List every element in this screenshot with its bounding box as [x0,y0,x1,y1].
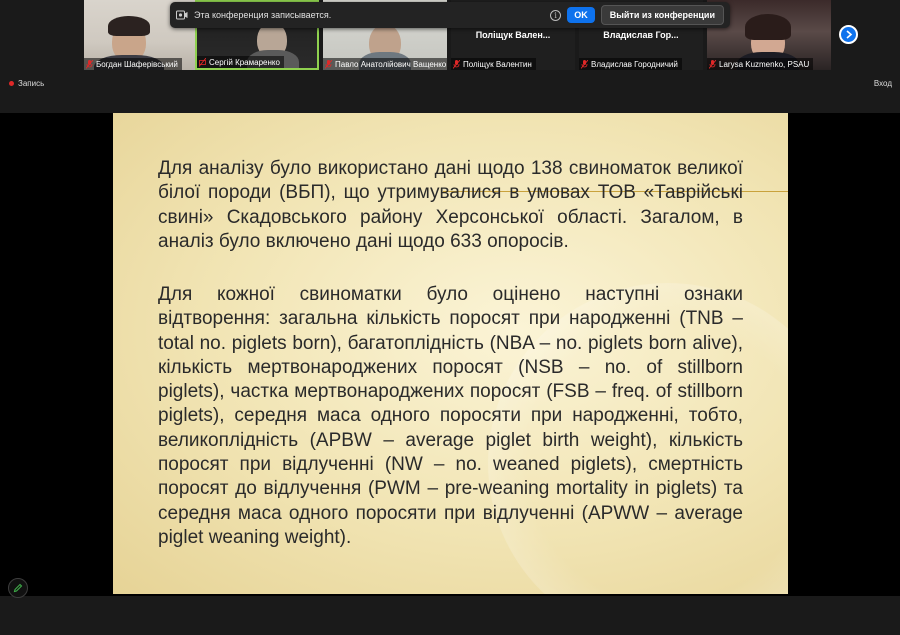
participant-name-row: Павло Анатолійович Ващенко [323,58,447,70]
participant-name-row: Larysa Kuzmenko, PSAU [707,58,814,70]
pencil-icon [13,583,23,593]
info-icon[interactable]: i [550,9,562,21]
participant-name-row: Сергій Крамаренко [197,56,284,68]
recording-dot-icon [9,81,14,86]
recording-status: Запись [9,79,44,88]
conference-window: Богдан Шаферівський Сергій Крамаренко Па… [0,0,900,635]
mic-muted-icon [709,59,716,69]
recording-status-label: Запись [18,79,45,88]
participant-name-row: Поліщук Валентин [451,58,536,70]
presentation-slide: Для аналізу було використано дані щодо 1… [113,113,788,594]
mic-muted-icon [86,59,93,69]
screen-share-area: Для аналізу було використано дані щодо 1… [0,113,900,596]
participant-name: Павло Анатолійович Ващенко [335,59,447,69]
bottom-bar [0,596,900,635]
next-participants-button[interactable] [839,25,858,44]
recording-notice-text: Эта конференция записывается. [194,10,332,20]
ok-button[interactable]: OK [567,7,595,23]
mic-muted-icon [453,59,460,69]
mic-muted-icon [325,59,332,69]
recording-icon [176,10,188,20]
participant-name-row: Владислав Городничий [579,58,682,70]
participant-name: Богдан Шаферівський [96,59,178,69]
participant-name: Поліщук Валентин [463,59,532,69]
chevron-right-icon [845,30,852,39]
mic-muted-icon [581,59,588,69]
exit-link[interactable]: Вход [874,79,892,88]
participant-center-label: Владислав Гор... [603,30,679,40]
participant-name: Сергій Крамаренко [209,57,280,67]
leave-meeting-button[interactable]: Выйти из конференции [600,5,724,25]
camera-off-icon [199,57,206,67]
participant-name: Larysa Kuzmenko, PSAU [719,59,810,69]
recording-notice-banner: Эта конференция записывается. i OK Выйти… [170,2,730,28]
participant-center-label: Поліщук Вален... [475,30,551,40]
slide-paragraph-2: Для кожної свиноматки було оцінено насту… [158,284,743,548]
slide-paragraph-1: Для аналізу було використано дані щодо 1… [158,158,743,252]
participant-name-row: Богдан Шаферівський [84,58,182,70]
participant-name: Владислав Городничий [591,59,678,69]
annotate-button[interactable] [8,578,28,598]
